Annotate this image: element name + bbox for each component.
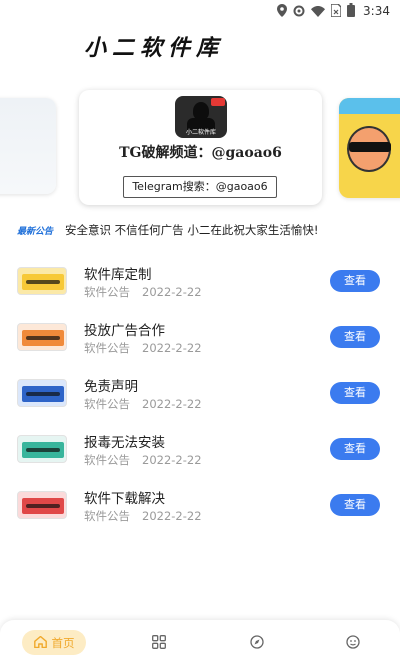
settings-icon: [293, 2, 305, 21]
view-button[interactable]: 查看: [330, 326, 380, 348]
item-title: 投放广告合作: [84, 323, 165, 339]
compass-icon: [250, 634, 264, 653]
thumbnail-bar: [26, 392, 60, 396]
notice-tag: 最新公告: [17, 226, 54, 237]
view-button[interactable]: 查看: [330, 382, 380, 404]
item-date: 2022-2-22: [142, 453, 202, 467]
status-icons: 3:34: [277, 2, 390, 21]
item-meta: 软件公告 2022-2-22: [84, 396, 202, 412]
nav-discover[interactable]: [247, 633, 267, 653]
item-category: 软件公告: [84, 397, 130, 411]
list-item[interactable]: 报毒无法安装 软件公告 2022-2-22 查看: [0, 421, 400, 477]
status-time: 3:34: [363, 4, 390, 18]
nav-categories[interactable]: [149, 633, 169, 653]
announcement-thumbnail: [17, 323, 67, 351]
nav-home-label: 首页: [51, 635, 75, 650]
nav-profile[interactable]: [343, 633, 363, 653]
item-meta: 软件公告 2022-2-22: [84, 340, 202, 356]
item-date: 2022-2-22: [142, 397, 202, 411]
banner-logo-text: 小二软件库: [185, 129, 216, 136]
banner-slide-current[interactable]: 小二软件库 TG破解频道：@gaoao6 Telegram搜索：@gaoao6: [79, 90, 322, 205]
item-meta: 软件公告 2022-2-22: [84, 452, 202, 468]
banner-headline: TG破解频道：@gaoao6: [119, 145, 282, 161]
item-title: 软件下载解决: [84, 491, 165, 507]
thumbnail-bar: [26, 336, 60, 340]
announcement-thumbnail: [17, 491, 67, 519]
grid-icon: [152, 634, 166, 653]
banner-next-stripe: [339, 98, 400, 114]
item-title: 免责声明: [84, 379, 138, 395]
view-button[interactable]: 查看: [330, 494, 380, 516]
item-category: 软件公告: [84, 341, 130, 355]
sim-icon: [330, 2, 342, 21]
banner-logo: 小二软件库: [175, 96, 227, 138]
item-title: 报毒无法安装: [84, 435, 165, 451]
item-date: 2022-2-22: [142, 341, 202, 355]
banner-slide-previous[interactable]: [0, 98, 56, 194]
status-bar: 3:34: [0, 0, 400, 22]
profile-icon: [346, 634, 360, 653]
banner-slide-next[interactable]: [339, 98, 400, 198]
view-button[interactable]: 查看: [330, 438, 380, 460]
item-date: 2022-2-22: [142, 285, 202, 299]
bottom-nav: 首页: [0, 620, 400, 666]
battery-icon: [347, 2, 356, 21]
notice-text: 安全意识 不信任何广告 小二在此祝大家生活愉快!: [65, 223, 319, 237]
thumbnail-bar: [26, 280, 60, 284]
item-category: 软件公告: [84, 285, 130, 299]
notice-bar[interactable]: 最新公告 安全意识 不信任何广告 小二在此祝大家生活愉快!: [17, 221, 387, 239]
sunglasses-icon: [349, 142, 391, 152]
item-meta: 软件公告 2022-2-22: [84, 508, 202, 524]
thumbnail-bar: [26, 448, 60, 452]
announcement-thumbnail: [17, 379, 67, 407]
location-icon: [277, 2, 288, 21]
home-icon: [33, 633, 47, 652]
wifi-icon: [311, 2, 326, 21]
banner-logo-badge: [211, 98, 225, 106]
announcement-thumbnail: [17, 435, 67, 463]
app-title: 小二软件库: [84, 35, 225, 61]
item-title: 软件库定制: [84, 267, 152, 283]
item-category: 软件公告: [84, 509, 130, 523]
list-item[interactable]: 软件库定制 软件公告 2022-2-22 查看: [0, 253, 400, 309]
item-category: 软件公告: [84, 453, 130, 467]
view-button[interactable]: 查看: [330, 270, 380, 292]
nav-home[interactable]: 首页: [22, 630, 86, 655]
list-item[interactable]: 免责声明 软件公告 2022-2-22 查看: [0, 365, 400, 421]
item-meta: 软件公告 2022-2-22: [84, 284, 202, 300]
thumbnail-bar: [26, 504, 60, 508]
announcement-thumbnail: [17, 267, 67, 295]
item-date: 2022-2-22: [142, 509, 202, 523]
banner-search-hint: Telegram搜索：@gaoao6: [123, 176, 277, 198]
list-item[interactable]: 软件下载解决 软件公告 2022-2-22 查看: [0, 477, 400, 533]
list-item[interactable]: 投放广告合作 软件公告 2022-2-22 查看: [0, 309, 400, 365]
